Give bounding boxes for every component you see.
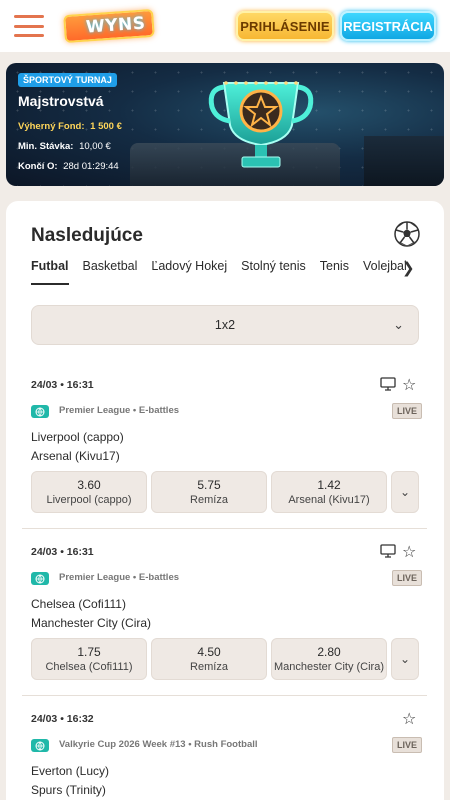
star-icon[interactable]: ☆ [402,542,416,562]
match-datetime: 24/03 • 16:32 [31,713,94,725]
star-icon[interactable]: ☆ [402,709,416,729]
odd-button-home[interactable]: 3.60 Liverpool (cappo) [31,471,147,513]
globe-icon [31,405,49,418]
live-badge: LIVE [392,737,423,753]
away-team: Manchester City (Cira) [31,616,152,630]
chevron-right-icon[interactable]: ❯ [402,259,415,277]
odd-button-home[interactable]: 1.75 Chelsea (Cofi111) [31,638,147,680]
tournament-banner[interactable]: ŠPORTOVÝ TURNAJ Majstrovstvá Výherný Fon… [6,63,444,186]
tab-stolny-tenis[interactable]: Stolný tenis [241,259,306,285]
odd-button-draw[interactable]: 4.50 Remíza [151,638,267,680]
logo[interactable]: ♥ WYNS [63,8,155,44]
match-datetime: 24/03 • 16:31 [31,546,94,558]
market-select-value: 1x2 [214,318,236,332]
tab-tenis[interactable]: Tenis [320,259,349,285]
league-name: Premier League • E-battles [59,405,180,416]
logo-text: WYNS [63,8,155,44]
tv-icon[interactable] [380,544,396,558]
home-team: Everton (Lucy) [31,764,110,778]
odd-button-away[interactable]: 1.42 Arsenal (Kivu17) [271,471,387,513]
match-datetime: 24/03 • 16:31 [31,379,94,391]
login-button[interactable]: PRIHLÁSENIE [236,11,334,41]
match-row: 24/03 • 16:31 ☆ Premier League • E-battl… [22,377,427,519]
odds-row: 1.75 Chelsea (Cofi111) 4.50 Remíza 2.80 … [31,638,419,680]
ends-row: Končí O: 28d 01:29:44 [18,161,119,172]
banner-tag: ŠPORTOVÝ TURNAJ [18,73,117,87]
prize-row: Výherný Fond: 1 500 € [18,121,122,132]
market-select[interactable]: 1x2 ⌄ [31,305,419,345]
sport-tabs: Futbal Basketbal Ľadový Hokej Stolný ten… [31,259,416,285]
soccer-ball-icon [394,221,420,247]
match-row: 24/03 • 16:31 ☆ Premier League • E-battl… [22,544,427,686]
tab-volejbal[interactable]: Volejbal [363,259,407,285]
home-team: Liverpool (cappo) [31,430,124,444]
live-badge: LIVE [392,403,423,419]
away-team: Spurs (Trinity) [31,783,106,797]
divider [22,528,427,529]
banner-title: Majstrovstvá [18,93,104,109]
odd-button-draw[interactable]: 5.75 Remíza [151,471,267,513]
globe-icon [31,572,49,585]
league-name: Premier League • E-battles [59,572,180,583]
away-team: Arsenal (Kivu17) [31,449,120,463]
trophy-icon [208,81,314,168]
match-row: 24/03 • 16:32 ☆ Valkyrie Cup 2026 Week #… [22,711,427,800]
more-markets-button[interactable]: ⌄ [391,638,419,680]
tab-futbal[interactable]: Futbal [31,259,69,285]
divider [22,695,427,696]
star-icon[interactable]: ☆ [402,375,416,395]
min-bet-row: Min. Stávka: 10,00 € [18,141,111,152]
top-header: ♥ WYNS PRIHLÁSENIE REGISTRÁCIA [0,0,450,52]
more-markets-button[interactable]: ⌄ [391,471,419,513]
chevron-down-icon: ⌄ [399,485,411,499]
live-badge: LIVE [392,570,423,586]
league-name: Valkyrie Cup 2026 Week #13 • Rush Footba… [59,739,258,750]
home-team: Chelsea (Cofi111) [31,597,126,611]
chevron-down-icon: ⌄ [393,317,404,332]
tv-icon[interactable] [380,377,396,391]
odd-button-away[interactable]: 2.80 Manchester City (Cira) [271,638,387,680]
chevron-down-icon: ⌄ [399,652,411,666]
menu-icon[interactable] [14,15,44,37]
odds-row: 3.60 Liverpool (cappo) 5.75 Remíza 1.42 … [31,471,419,513]
tab-ladovy-hokej[interactable]: Ľadový Hokej [151,259,227,285]
globe-icon [31,739,49,752]
upcoming-events-card: Nasledujúce Futbal Basketbal Ľadový Hoke… [6,201,444,800]
register-button[interactable]: REGISTRÁCIA [340,11,436,41]
section-title: Nasledujúce [31,225,143,246]
tab-basketbal[interactable]: Basketbal [83,259,138,285]
